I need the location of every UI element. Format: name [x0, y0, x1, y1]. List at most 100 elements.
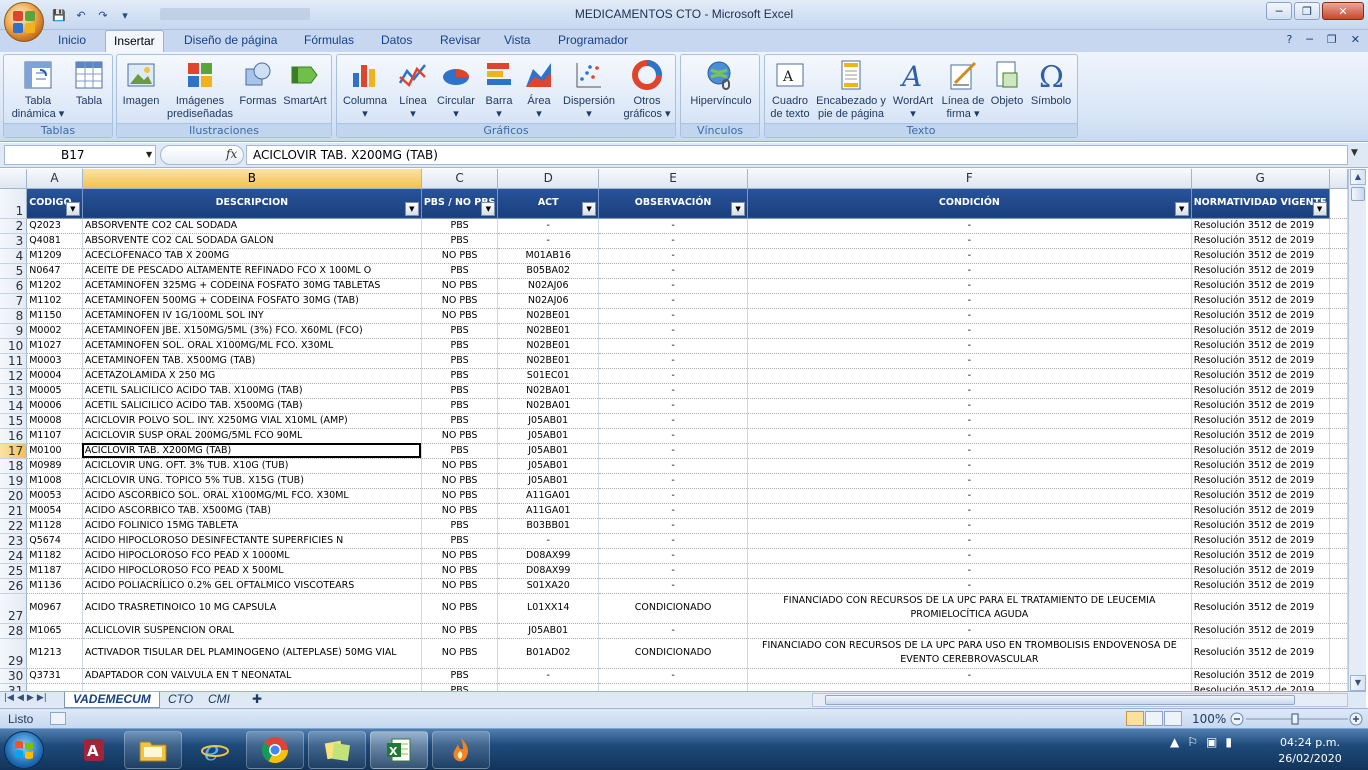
- table-cell[interactable]: M1065: [26, 623, 83, 639]
- row-header[interactable]: 1: [0, 188, 28, 219]
- table-cell[interactable]: ACIDO TRASRETINOICO 10 MG CAPSULA: [82, 593, 422, 624]
- table-cell[interactable]: -: [747, 263, 1192, 279]
- table-cell[interactable]: N02BA01: [497, 398, 600, 414]
- table-cell[interactable]: -: [747, 443, 1192, 459]
- object-button[interactable]: Objeto: [989, 57, 1025, 108]
- table-cell[interactable]: -: [747, 218, 1192, 234]
- table-cell[interactable]: PBS: [421, 668, 499, 684]
- table-cell[interactable]: N02BE01: [497, 338, 600, 354]
- table-cell[interactable]: -: [598, 248, 749, 264]
- table-cell[interactable]: -: [747, 518, 1192, 534]
- table-cell[interactable]: -: [598, 413, 749, 429]
- table-cell[interactable]: -: [598, 563, 749, 579]
- workbook-restore-button[interactable]: ❐: [1327, 33, 1337, 46]
- table-cell[interactable]: -: [747, 503, 1192, 519]
- table-cell[interactable]: M0989: [26, 458, 83, 474]
- taskbar-stickynotes[interactable]: [308, 731, 366, 769]
- clipart-button[interactable]: Imágenes prediseñadas: [165, 57, 235, 121]
- table-cell[interactable]: Resolución 3512 de 2019: [1191, 503, 1330, 519]
- table-cell[interactable]: M0006: [26, 398, 83, 414]
- table-cell[interactable]: ACETAMINOFEN 500MG + CODEINA FOSFATO 30M…: [82, 293, 422, 309]
- table-cell[interactable]: M1102: [26, 293, 83, 309]
- table-cell[interactable]: N0647: [26, 263, 83, 279]
- table-cell[interactable]: [497, 683, 600, 691]
- table-cell[interactable]: -: [598, 278, 749, 294]
- table-cell[interactable]: ACICLOVIR SUSP ORAL 200MG/5ML FCO 90ML: [82, 428, 422, 444]
- table-cell[interactable]: M1136: [26, 578, 83, 594]
- row-header[interactable]: 25: [0, 563, 28, 579]
- table-cell[interactable]: Resolución 3512 de 2019: [1191, 398, 1330, 414]
- table-cell[interactable]: Resolución 3512 de 2019: [1191, 518, 1330, 534]
- table-cell[interactable]: -: [598, 458, 749, 474]
- table-cell[interactable]: FINANCIADO CON RECURSOS DE LA UPC PARA U…: [747, 638, 1192, 669]
- table-cell[interactable]: -: [747, 488, 1192, 504]
- row-header[interactable]: 16: [0, 428, 28, 444]
- table-cell[interactable]: M0008: [26, 413, 83, 429]
- table-cell[interactable]: ACECLOFENACO TAB X 200MG: [82, 248, 422, 264]
- vertical-scrollbar[interactable]: ▲ ▼: [1348, 169, 1366, 691]
- close-button[interactable]: ✕: [1322, 2, 1364, 20]
- table-cell[interactable]: ADAPTADOR CON VALVULA EN T NEONATAL: [82, 668, 422, 684]
- table-cell[interactable]: M1128: [26, 518, 83, 534]
- table-cell[interactable]: -: [747, 548, 1192, 564]
- row-header[interactable]: 30: [0, 668, 28, 684]
- table-cell[interactable]: NO PBS: [421, 248, 499, 264]
- table-cell[interactable]: -: [598, 533, 749, 549]
- table-cell[interactable]: B03BB01: [497, 518, 600, 534]
- normal-view-icon[interactable]: [1126, 711, 1144, 726]
- table-cell[interactable]: N02BE01: [497, 323, 600, 339]
- table-cell[interactable]: Resolución 3512 de 2019: [1191, 548, 1330, 564]
- column-header-c[interactable]: C: [421, 169, 499, 189]
- scroll-down-icon[interactable]: ▼: [1350, 675, 1366, 691]
- row-header[interactable]: 12: [0, 368, 28, 384]
- table-cell[interactable]: PBS: [421, 683, 499, 691]
- page-break-view-icon[interactable]: [1164, 711, 1182, 726]
- name-box[interactable]: B17: [4, 145, 156, 165]
- table-cell[interactable]: Resolución 3512 de 2019: [1191, 563, 1330, 579]
- table-cell[interactable]: -: [747, 533, 1192, 549]
- table-cell[interactable]: ACIDO POLIACRÍLICO 0.2% GEL OFTALMICO VI…: [82, 578, 422, 594]
- table-cell[interactable]: M0004: [26, 368, 83, 384]
- table-cell[interactable]: M0005: [26, 383, 83, 399]
- table-cell[interactable]: PBS: [421, 518, 499, 534]
- table-cell[interactable]: -: [747, 578, 1192, 594]
- table-header-cell[interactable]: OBSERVACIÓN ▼: [598, 188, 749, 219]
- row-header[interactable]: 13: [0, 383, 28, 399]
- row-header[interactable]: 18: [0, 458, 28, 474]
- table-cell[interactable]: ACEITE DE PESCADO ALTAMENTE REFINADO FCO…: [82, 263, 422, 279]
- table-cell[interactable]: -: [598, 263, 749, 279]
- column-header-g[interactable]: G: [1191, 169, 1330, 189]
- zoom-slider[interactable]: [1230, 712, 1364, 726]
- table-cell[interactable]: -: [598, 503, 749, 519]
- taskbar-excel[interactable]: X: [370, 731, 428, 769]
- table-cell[interactable]: -: [747, 473, 1192, 489]
- header-footer-button[interactable]: Encabezado y pie de página: [813, 57, 889, 121]
- bar-chart-button[interactable]: Barra ▾: [479, 57, 519, 121]
- tab-datos[interactable]: Datos: [373, 30, 420, 52]
- sheet-tab-vademecum[interactable]: VADEMECUM: [64, 692, 160, 708]
- table-cell[interactable]: ACETAMINOFEN 325MG + CODEINA FOSFATO 30M…: [82, 278, 422, 294]
- row-header[interactable]: 15: [0, 413, 28, 429]
- table-cell[interactable]: ACLICLOVIR SUSPENCION ORAL: [82, 623, 422, 639]
- filter-dropdown-icon[interactable]: ▼: [1174, 201, 1189, 216]
- table-header-cell[interactable]: PBS / NO PBS ▼: [421, 188, 499, 219]
- row-header[interactable]: 6: [0, 278, 28, 294]
- table-cell[interactable]: -: [598, 428, 749, 444]
- column-header-e[interactable]: E: [598, 169, 749, 189]
- table-cell[interactable]: NO PBS: [421, 308, 499, 324]
- tab-inicio[interactable]: Inicio: [50, 30, 94, 52]
- prev-sheet-icon[interactable]: ◀: [17, 693, 24, 703]
- name-box-dropdown-icon[interactable]: ▼: [146, 150, 152, 159]
- table-cell[interactable]: NO PBS: [421, 293, 499, 309]
- taskbar-chrome[interactable]: [246, 731, 304, 769]
- table-cell[interactable]: -: [598, 338, 749, 354]
- table-cell[interactable]: J05AB01: [497, 473, 600, 489]
- macro-record-icon[interactable]: [50, 712, 66, 725]
- table-cell[interactable]: J05AB01: [497, 428, 600, 444]
- table-cell[interactable]: N02AJ06: [497, 278, 600, 294]
- restore-button[interactable]: ❐: [1294, 2, 1320, 20]
- table-cell[interactable]: -: [598, 293, 749, 309]
- table-cell[interactable]: [82, 683, 422, 691]
- table-cell[interactable]: Resolución 3512 de 2019: [1191, 248, 1330, 264]
- table-cell[interactable]: NO PBS: [421, 428, 499, 444]
